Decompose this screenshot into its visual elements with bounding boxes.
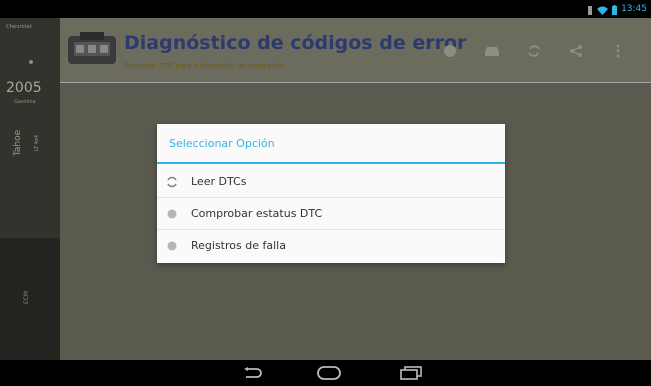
refresh-icon[interactable] [517, 40, 551, 62]
vehicle-model-block: Tahoe LT 4x4 [9, 129, 49, 158]
status-icons: 13:45 [587, 3, 647, 15]
info-icon[interactable] [433, 40, 467, 62]
share-icon[interactable] [559, 40, 593, 62]
battery-icon [612, 0, 618, 19]
option-label: Registros de falla [191, 239, 286, 252]
dialog-title: Seleccionar Opción [169, 137, 275, 150]
overflow-menu-icon[interactable] [601, 40, 635, 62]
vehicle-fuel: Gasolina [14, 99, 36, 105]
info-icon [165, 239, 179, 253]
page-title: Diagnóstico de códigos de error [124, 32, 467, 54]
option-label: Comprobar estatus DTC [191, 207, 323, 220]
clock: 13:45 [621, 4, 647, 14]
option-label: Leer DTCs [191, 175, 247, 188]
navigation-bar [0, 360, 651, 386]
vehicle-panel: Chevrolet 2005 Gasolina Tahoe LT 4x4 ECM [0, 18, 60, 360]
action-bar: Diagnóstico de códigos de error Presiona… [60, 18, 651, 83]
car-icon[interactable] [475, 40, 509, 62]
option-check-dtc-status[interactable]: Comprobar estatus DTC [157, 198, 505, 230]
select-option-dialog: Seleccionar Opción Leer DTCs Comprobar e… [157, 124, 505, 263]
recents-icon[interactable] [398, 364, 424, 382]
engine-icon [66, 28, 118, 68]
page-subtitle: Presionar DTC para información de repara… [124, 62, 286, 70]
back-icon[interactable] [240, 364, 266, 382]
home-icon[interactable] [316, 364, 342, 382]
refresh-icon [165, 175, 179, 189]
notification-icon [587, 0, 593, 19]
status-bar: 13:45 [0, 0, 651, 18]
dialog-divider [157, 162, 505, 164]
option-fault-records[interactable]: Registros de falla [157, 230, 505, 262]
ecu-label: ECM [23, 290, 31, 305]
vehicle-model: Tahoe [13, 129, 24, 157]
vehicle-trim: LT 4x4 [34, 134, 41, 152]
vehicle-make: Chevrolet [6, 24, 32, 30]
vehicle-info[interactable]: Chevrolet 2005 Gasolina Tahoe LT 4x4 [0, 18, 60, 238]
vehicle-year: 2005 [6, 80, 42, 96]
dot-icon [29, 60, 33, 64]
info-icon [165, 207, 179, 221]
action-buttons [425, 40, 635, 62]
option-read-dtcs[interactable]: Leer DTCs [157, 166, 505, 198]
wifi-icon [597, 0, 609, 19]
